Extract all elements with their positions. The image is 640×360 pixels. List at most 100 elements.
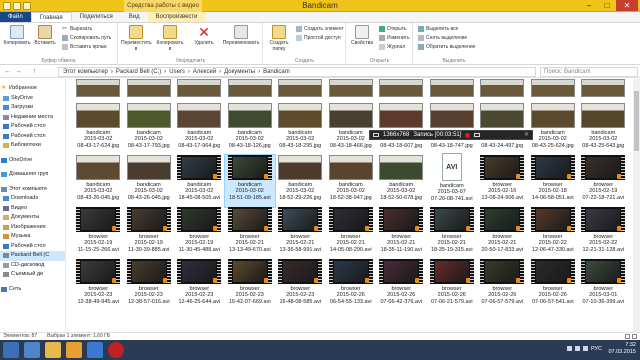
up-button[interactable]: ↑ bbox=[30, 67, 39, 76]
file-item[interactable]: bandicam 2015-03-02 08-43-18-295.jpg bbox=[275, 103, 326, 155]
nav-pictures[interactable]: Изображения bbox=[0, 223, 65, 233]
ie-icon[interactable] bbox=[24, 342, 40, 358]
nav-homegroup[interactable]: Домашняя груп bbox=[0, 170, 65, 180]
tab-view[interactable]: Вид bbox=[121, 12, 148, 22]
file-item[interactable]: browser 2015-02-18 14-06-58-051.avi bbox=[528, 155, 579, 207]
breadcrumb-drive[interactable]: Packard Bell (C:) bbox=[116, 68, 161, 76]
move-to-button[interactable]: Переместить в bbox=[121, 25, 152, 52]
history-button[interactable]: Журнал bbox=[379, 44, 405, 50]
select-none-button[interactable]: Снять выделение bbox=[418, 35, 467, 41]
nav-pc-desktop[interactable]: Рабочий стол bbox=[0, 242, 65, 252]
tab-file[interactable]: Файл bbox=[0, 12, 31, 22]
paste-button[interactable]: Вставить bbox=[30, 25, 60, 46]
network-tray-icon[interactable] bbox=[575, 346, 580, 351]
file-item[interactable]: bandicam2015-03-0208-43-18-747.jpg bbox=[427, 103, 478, 155]
close-button[interactable]: ✕ bbox=[616, 0, 638, 11]
breadcrumb-users[interactable]: Users bbox=[169, 68, 185, 76]
volume-icon[interactable] bbox=[583, 346, 588, 351]
new-item-button[interactable]: Создать элемент bbox=[296, 26, 344, 32]
file-item[interactable]: browser 2015-02-19 11-30-45-488.avi bbox=[174, 207, 225, 259]
file-thumbnail-partial[interactable] bbox=[477, 79, 528, 99]
search-input[interactable]: Поиск: Bandicam bbox=[540, 67, 638, 77]
file-thumbnail-partial[interactable] bbox=[578, 79, 629, 99]
file-item[interactable]: browser 2015-02-26 07-06-42-376.avi bbox=[376, 259, 427, 311]
file-item[interactable]: bandicam 2015-03-02 08-43-17-793.jpg bbox=[124, 103, 175, 155]
nav-libraries[interactable]: Библиотеки bbox=[0, 141, 65, 151]
nav-favorites[interactable]: ★ Избранное bbox=[0, 84, 65, 94]
bandicam-icon[interactable] bbox=[108, 342, 124, 358]
file-item[interactable]: bandicam2015-03-0208-43-24-497.jpg bbox=[477, 103, 528, 155]
nav-desktop-2[interactable]: Рабочий стол bbox=[0, 132, 65, 142]
file-thumbnail-partial[interactable] bbox=[376, 79, 427, 99]
breadcrumb-bandicam[interactable]: Bandicam bbox=[263, 68, 290, 76]
tab-play[interactable]: Воспроизвести bbox=[147, 12, 206, 22]
file-item[interactable]: browser 2015-02-26 07-06-21-579.avi bbox=[427, 259, 478, 311]
file-item[interactable]: bandicam 2015-03-02 08-43-26-045.jpg bbox=[73, 155, 124, 207]
file-item[interactable]: browser 2015-02-19 07-22-18-721.avi bbox=[578, 155, 629, 207]
file-item[interactable]: browser 2015-02-22 12-21-31-128.avi bbox=[578, 207, 629, 259]
nav-documents[interactable]: Документы bbox=[0, 213, 65, 223]
nav-videos[interactable]: Видео bbox=[0, 204, 65, 214]
file-item[interactable]: browser 2015-02-23 12-38-57-016.avi bbox=[124, 259, 175, 311]
file-item[interactable]: browser 2015-02-23 12-38-49-945.avi bbox=[73, 259, 124, 311]
details-view-icon[interactable] bbox=[625, 334, 630, 339]
file-item[interactable]: browser 2015-02-26 06-54-55-133.avi bbox=[326, 259, 377, 311]
maximize-button[interactable]: □ bbox=[598, 0, 616, 11]
file-item[interactable]: browser 2015-02-21 18-35-19-315.avi bbox=[427, 207, 478, 259]
file-item[interactable]: browser 2015-02-23 16-48-08-585.avi bbox=[275, 259, 326, 311]
minimize-button[interactable]: – bbox=[580, 0, 598, 11]
delete-button[interactable]: ✕ Удалить bbox=[189, 25, 219, 46]
tab-home[interactable]: Главная bbox=[30, 12, 72, 22]
file-thumbnail-partial[interactable] bbox=[73, 79, 124, 99]
file-thumbnail-partial[interactable] bbox=[225, 79, 276, 99]
file-item[interactable]: browser 2015-02-26 07-06-57-579.avi bbox=[477, 259, 528, 311]
file-item[interactable]: browser 2015-02-26 07-06-57-541.avi bbox=[528, 259, 579, 311]
breadcrumb-user[interactable]: Алексей bbox=[193, 68, 216, 76]
breadcrumb-documents[interactable]: Документы bbox=[224, 68, 255, 76]
vertical-scrollbar[interactable] bbox=[633, 79, 640, 332]
file-item[interactable]: browser 2015-02-21 14-05-08-290.avi bbox=[326, 207, 377, 259]
file-item[interactable]: browser 2015-02-23 16-42-07-669.avi bbox=[225, 259, 276, 311]
close-icon[interactable]: ✕ bbox=[524, 131, 532, 140]
file-item[interactable]: bandicam 2015-03-02 18-52-38-947.jpg bbox=[326, 155, 377, 207]
clock[interactable]: 7:32 07.03.2015 bbox=[608, 342, 636, 356]
file-item[interactable]: bandicam 2015-03-02 18-52-29-226.jpg bbox=[275, 155, 326, 207]
file-item[interactable]: browser 2015-02-23 12-46-25-644.avi bbox=[174, 259, 225, 311]
file-item[interactable]: bandicam 2015-03-02 08-43-17-624.jpg bbox=[73, 103, 124, 155]
tab-share[interactable]: Поделиться bbox=[72, 12, 121, 22]
file-item[interactable]: bandicam 2015-03-02 08-43-17-964.jpg bbox=[174, 103, 225, 155]
open-button[interactable]: Открыть bbox=[379, 26, 407, 32]
new-folder-button[interactable]: Создать папку bbox=[264, 25, 294, 52]
properties-button[interactable]: Свойства bbox=[347, 25, 377, 46]
cut-button[interactable]: ✂ Вырезать bbox=[62, 26, 92, 32]
copy-to-button[interactable]: Копировать в bbox=[155, 25, 185, 52]
file-item[interactable]: browser 2015-02-22 12-06-47-330.avi bbox=[528, 207, 579, 259]
file-thumbnail-partial[interactable] bbox=[326, 79, 377, 99]
file-item[interactable]: browser 2015-02-21 20-50-17-833.avi bbox=[477, 207, 528, 259]
file-item[interactable]: browser 2015-02-19 11-15-25-266.avi bbox=[73, 207, 124, 259]
nav-cd-drive[interactable]: CD-дисковод bbox=[0, 261, 65, 271]
file-item[interactable]: bandicam 2015-03-02 18-51-09-185.avi bbox=[223, 154, 276, 208]
large-icons-view-icon[interactable] bbox=[632, 334, 637, 339]
file-thumbnail-partial[interactable] bbox=[427, 79, 478, 99]
explorer-icon[interactable] bbox=[45, 342, 61, 358]
record-icon[interactable] bbox=[465, 132, 471, 138]
invert-selection-button[interactable]: Обратить выделение bbox=[418, 44, 475, 50]
edit-button[interactable]: Изменить bbox=[379, 35, 410, 41]
nav-music[interactable]: Музыка bbox=[0, 232, 65, 242]
file-item[interactable]: bandicam 2015-03-02 08-43-25-643.jpg bbox=[578, 103, 629, 155]
file-item[interactable]: bandicam 2015-03-02 08-43-18-466.jpg bbox=[326, 103, 377, 155]
file-item[interactable]: bandicam2015-03-0208-43-18-607.jpg bbox=[376, 103, 427, 155]
start-icon[interactable] bbox=[3, 342, 19, 358]
language-indicator[interactable]: РУС bbox=[591, 346, 602, 352]
nav-network[interactable]: Сеть bbox=[0, 285, 65, 295]
forward-button[interactable]: → bbox=[14, 67, 23, 76]
file-thumbnail-partial[interactable] bbox=[124, 79, 175, 99]
firefox-icon[interactable] bbox=[66, 342, 82, 358]
nav-onedrive[interactable]: OneDrive bbox=[0, 156, 65, 166]
flag-icon[interactable] bbox=[567, 346, 572, 351]
breadcrumb-computer[interactable]: Этот компьютер bbox=[63, 68, 108, 76]
file-item[interactable]: browser 2015-02-21 13-13-49-670.avi bbox=[225, 207, 276, 259]
select-all-button[interactable]: Выделить все bbox=[418, 26, 458, 32]
file-thumbnail-partial[interactable] bbox=[275, 79, 326, 99]
